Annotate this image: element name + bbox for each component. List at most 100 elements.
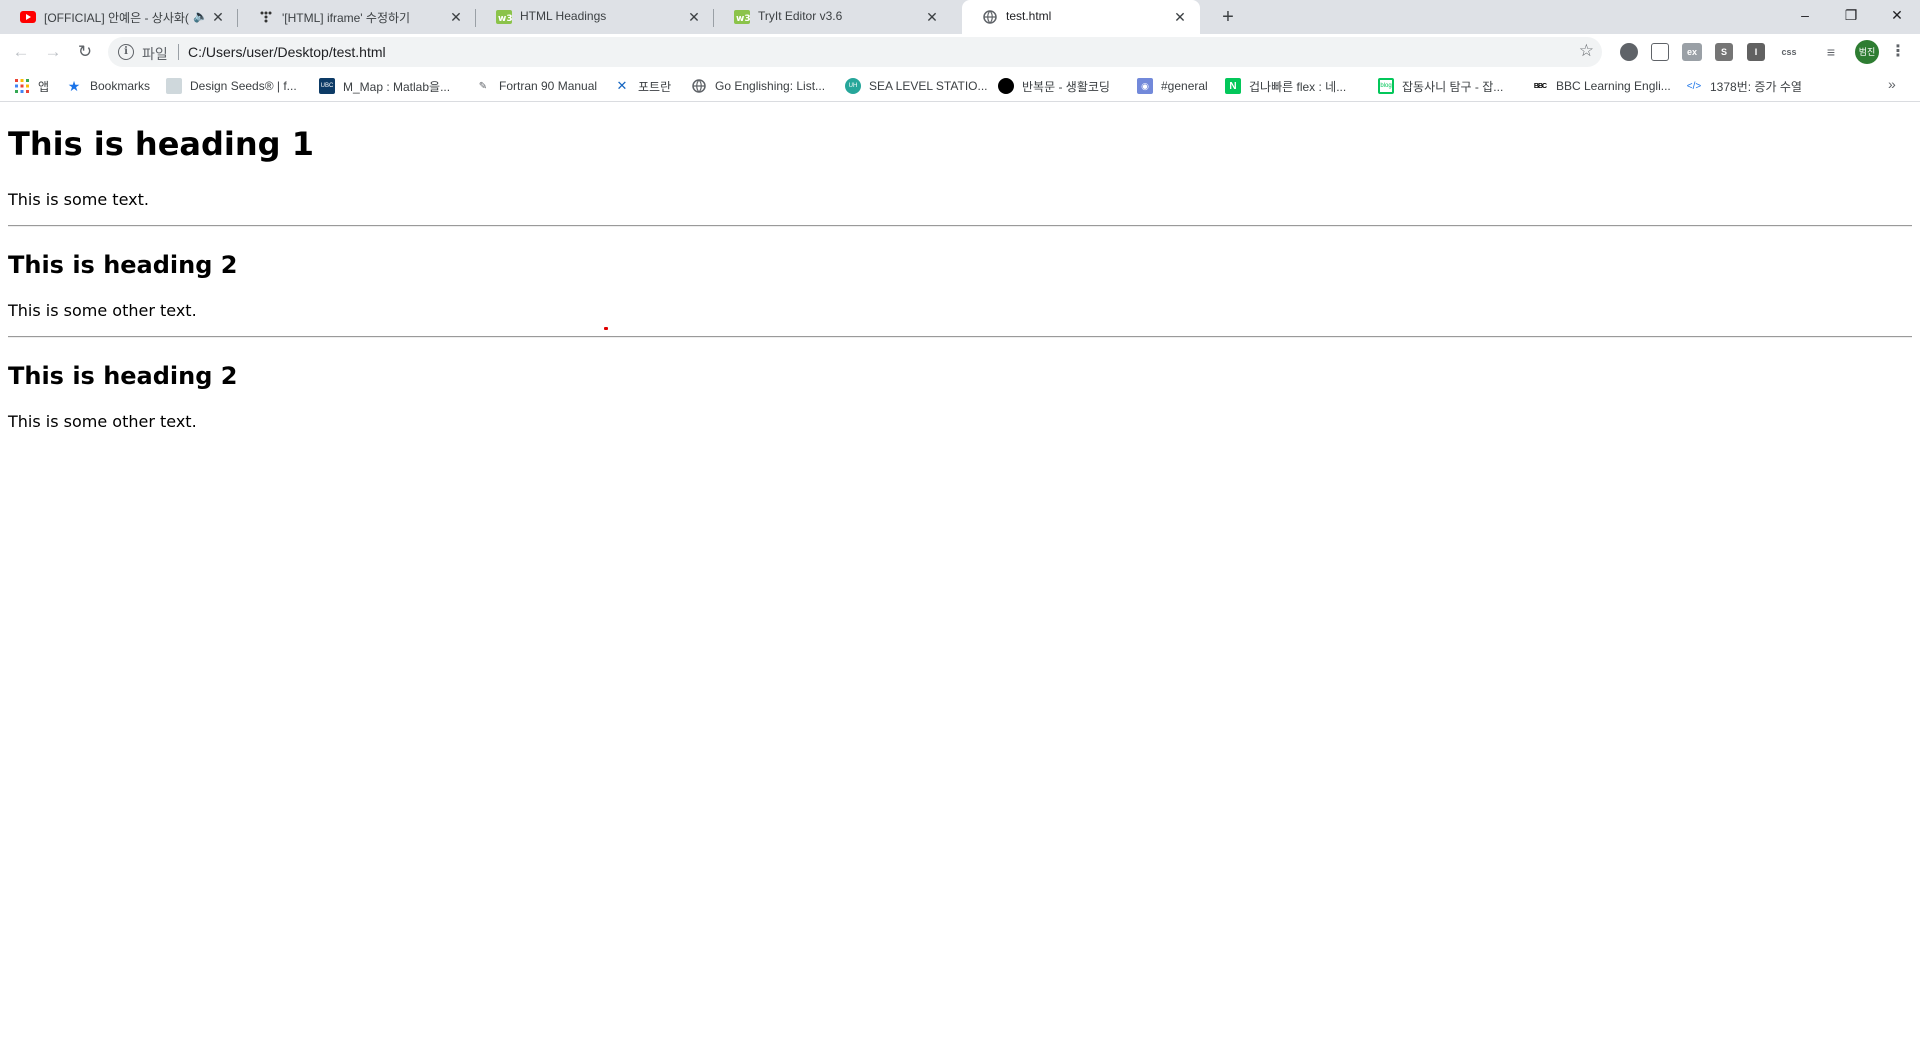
bookmark-m-map[interactable]: UBC M_Map : Matlab을... bbox=[319, 76, 450, 96]
bookmark-star-icon[interactable]: ☆ bbox=[1579, 41, 1594, 61]
bookmark-flex[interactable]: N 겁나빠른 flex : 네... bbox=[1225, 76, 1346, 96]
bookmark-label: Go Englishing: List... bbox=[715, 79, 826, 93]
apps-grid-icon bbox=[14, 78, 30, 94]
bookmark-label: 포트란 bbox=[638, 79, 672, 94]
bookmark-sea-level[interactable]: UH SEA LEVEL STATIO... bbox=[845, 76, 988, 96]
mouse-cursor-marker bbox=[604, 327, 608, 330]
info-icon[interactable]: i bbox=[118, 44, 134, 60]
code-icon: </> bbox=[1686, 80, 1702, 92]
omnibox-divider bbox=[178, 44, 179, 60]
bookmark-label: M_Map : Matlab을... bbox=[343, 79, 451, 94]
black-circle-icon bbox=[998, 78, 1014, 94]
tab-html-headings[interactable]: w3 HTML Headings ✕ bbox=[476, 0, 714, 34]
cross-icon: ✕ bbox=[616, 78, 628, 93]
bookmark-fortran-kr[interactable]: ✕ 포트란 bbox=[614, 76, 672, 96]
bookmark-label: Fortran 90 Manual bbox=[499, 79, 598, 93]
heading-2-first: This is heading 2 bbox=[8, 251, 238, 279]
bookmark-baekjoon-1378[interactable]: </> 1378번: 증가 수열 bbox=[1686, 76, 1802, 96]
bookmark-label: Bookmarks bbox=[90, 79, 151, 93]
paragraph-3: This is some other text. bbox=[8, 412, 197, 431]
extension-css-icon[interactable]: css bbox=[1778, 43, 1800, 61]
bookmark-go-englishing[interactable]: Go Englishing: List... bbox=[691, 76, 825, 96]
bookmark-label: 잡동사니 탐구 - 잡... bbox=[1402, 79, 1504, 94]
discord-icon: ◉ bbox=[1137, 78, 1153, 94]
ubc-icon: UBC bbox=[319, 78, 335, 94]
bookmark-bookmarks[interactable]: ★ Bookmarks bbox=[66, 76, 150, 96]
paragraph-2: This is some other text. bbox=[8, 301, 197, 320]
bookmark-jabdongsani[interactable]: blog 잡동사니 탐구 - 잡... bbox=[1378, 76, 1503, 96]
toolbar: ← → ↻ i 파일 C:/Users/user/Desktop/test.ht… bbox=[0, 34, 1920, 70]
velog-icon bbox=[258, 10, 274, 24]
tab-title: '[HTML] iframe' 수정하기 bbox=[282, 11, 411, 25]
minimize-button[interactable]: – bbox=[1782, 0, 1828, 30]
extension-screen-icon[interactable] bbox=[1651, 43, 1669, 61]
bookmark-label: Design Seeds® | f... bbox=[190, 79, 297, 93]
svg-text:w3: w3 bbox=[498, 14, 512, 24]
tab-tryit-editor[interactable]: w3 TryIt Editor v3.6 ✕ bbox=[714, 0, 952, 34]
bookmark-label: #general bbox=[1161, 79, 1208, 93]
tab-title: test.html bbox=[1006, 9, 1052, 23]
bookmark-label: 겁나빠른 flex : 네... bbox=[1249, 79, 1347, 94]
uh-icon: UH bbox=[845, 78, 861, 94]
bookmark-fortran-manual[interactable]: ✎ Fortran 90 Manual bbox=[475, 76, 597, 96]
bookmark-label: 앱 bbox=[38, 79, 50, 94]
close-tab-icon[interactable]: ✕ bbox=[1172, 9, 1188, 25]
menu-icon[interactable]: ⋮ bbox=[1888, 40, 1908, 64]
horizontal-rule-2 bbox=[8, 336, 1912, 338]
bookmark-label: BBC Learning Engli... bbox=[1556, 79, 1671, 93]
bookmarks-overflow-button[interactable]: » bbox=[1888, 76, 1896, 92]
tab-title: [OFFICIAL] 안예은 - 상사화( bbox=[44, 11, 189, 25]
fortran-icon: ✎ bbox=[478, 80, 488, 92]
tab-velog[interactable]: '[HTML] iframe' 수정하기 ✕ bbox=[238, 0, 476, 34]
bookmark-label: SEA LEVEL STATIO... bbox=[869, 79, 988, 93]
bookmarks-bar: 앱 ★ Bookmarks Design Seeds® | f... UBC M… bbox=[0, 70, 1920, 102]
restore-button[interactable]: ❐ bbox=[1828, 0, 1874, 30]
globe-icon bbox=[982, 10, 998, 24]
url-text[interactable]: C:/Users/user/Desktop/test.html bbox=[188, 44, 386, 60]
extension-s-icon[interactable]: S bbox=[1715, 43, 1733, 61]
close-tab-icon[interactable]: ✕ bbox=[448, 9, 464, 25]
close-tab-icon[interactable]: ✕ bbox=[210, 9, 226, 25]
address-bar[interactable]: i 파일 C:/Users/user/Desktop/test.html ☆ bbox=[108, 37, 1602, 67]
tab-strip: [OFFICIAL] 안예은 - 상사화( 🔈 ✕ '[HTML] iframe… bbox=[0, 0, 1920, 34]
globe-icon bbox=[691, 78, 707, 94]
w3schools-icon: w3 bbox=[734, 10, 750, 24]
forward-button[interactable]: → bbox=[41, 40, 65, 64]
new-tab-button[interactable]: + bbox=[1216, 5, 1240, 29]
bbc-icon: BBC bbox=[1533, 82, 1547, 90]
bookmark-apps[interactable]: 앱 bbox=[14, 76, 49, 96]
close-window-button[interactable]: ✕ bbox=[1874, 0, 1920, 30]
star-icon: ★ bbox=[67, 77, 81, 94]
reload-button[interactable]: ↻ bbox=[73, 40, 97, 64]
svg-text:w3: w3 bbox=[736, 14, 750, 24]
tab-youtube[interactable]: [OFFICIAL] 안예은 - 상사화( 🔈 ✕ bbox=[0, 0, 238, 34]
tab-test-html[interactable]: test.html ✕ bbox=[962, 0, 1200, 34]
close-tab-icon[interactable]: ✕ bbox=[924, 9, 940, 25]
close-tab-icon[interactable]: ✕ bbox=[686, 9, 702, 25]
extension-ex-icon[interactable]: ex bbox=[1682, 43, 1702, 61]
reading-list-icon[interactable]: ≡ bbox=[1822, 43, 1840, 61]
youtube-icon bbox=[20, 10, 36, 24]
tab-title: HTML Headings bbox=[520, 9, 607, 23]
bookmark-opentutorials[interactable]: 반복문 - 생활코딩 bbox=[998, 76, 1110, 96]
bookmark-bbc-learning[interactable]: BBC BBC Learning Engli... bbox=[1532, 76, 1671, 96]
scheme-label: 파일 bbox=[142, 46, 168, 62]
speaker-icon[interactable]: 🔈 bbox=[193, 9, 208, 23]
bookmark-design-seeds[interactable]: Design Seeds® | f... bbox=[166, 76, 297, 96]
extension-i-icon[interactable]: I bbox=[1747, 43, 1765, 61]
profile-avatar[interactable]: 범진 bbox=[1855, 40, 1879, 64]
bookmark-discord-general[interactable]: ◉ #general bbox=[1137, 76, 1208, 96]
bookmark-label: 1378번: 증가 수열 bbox=[1710, 79, 1802, 94]
heading-1: This is heading 1 bbox=[8, 125, 314, 163]
blog-icon: blog bbox=[1378, 78, 1394, 94]
back-button[interactable]: ← bbox=[9, 40, 33, 64]
heading-2-second: This is heading 2 bbox=[8, 362, 238, 390]
horizontal-rule-1 bbox=[8, 225, 1912, 227]
w3schools-icon: w3 bbox=[496, 10, 512, 24]
design-seeds-icon bbox=[166, 78, 182, 94]
paragraph-1: This is some text. bbox=[8, 190, 149, 209]
extension-circle-icon[interactable] bbox=[1620, 43, 1638, 61]
bookmark-label: 반복문 - 생활코딩 bbox=[1022, 79, 1110, 94]
page-content: This is heading 1 This is some text. Thi… bbox=[0, 103, 1920, 1040]
naver-icon: N bbox=[1225, 78, 1241, 94]
